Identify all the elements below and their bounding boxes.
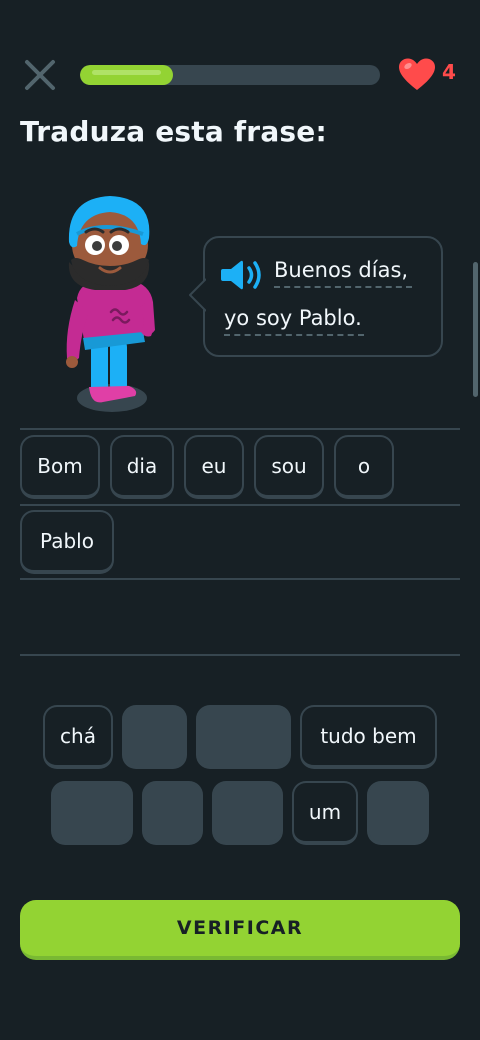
answer-line: [20, 428, 460, 430]
word-bank-placeholder: [142, 781, 203, 845]
scrollbar[interactable]: [473, 262, 478, 397]
speech-bubble-tail: [189, 278, 206, 312]
verify-button[interactable]: VERIFICAR: [20, 900, 460, 960]
speaker-icon[interactable]: [220, 258, 264, 292]
word-bank-tile[interactable]: chá: [43, 705, 113, 769]
word-hint-underline: [274, 286, 412, 288]
answer-word-tile[interactable]: eu: [184, 435, 244, 499]
word-bank-tile[interactable]: um: [292, 781, 358, 845]
answer-word-tile[interactable]: sou: [254, 435, 324, 499]
page-title: Traduza esta frase:: [20, 115, 327, 148]
answer-word-tile[interactable]: Bom: [20, 435, 100, 499]
answer-word-tile[interactable]: dia: [110, 435, 174, 499]
answer-line: [20, 504, 460, 506]
character-illustration: [66, 196, 155, 412]
progress-shine: [92, 70, 161, 75]
heart-icon: [399, 58, 435, 90]
word-bank-placeholder: [367, 781, 429, 845]
answer-line: [20, 578, 460, 580]
word-hint-underline: [224, 334, 364, 336]
close-icon[interactable]: [22, 57, 58, 93]
answer-word-tile[interactable]: Pablo: [20, 510, 114, 574]
word-bank-placeholder: [51, 781, 133, 845]
word-bank-placeholder: [212, 781, 283, 845]
word-bank-tile[interactable]: tudo bem: [300, 705, 437, 769]
progress-bar: [80, 65, 380, 85]
progress-fill: [80, 65, 173, 85]
heart-count: 4: [442, 60, 456, 84]
word-bank-placeholder: [196, 705, 291, 769]
bubble-sentence-line-1[interactable]: Buenos días,: [274, 258, 408, 282]
bubble-sentence-line-2[interactable]: yo soy Pablo.: [224, 306, 362, 330]
hearts-counter[interactable]: 4: [398, 58, 464, 92]
answer-line: [20, 654, 460, 656]
word-bank-placeholder: [122, 705, 187, 769]
answer-word-tile[interactable]: o: [334, 435, 394, 499]
speech-bubble: [203, 236, 443, 357]
